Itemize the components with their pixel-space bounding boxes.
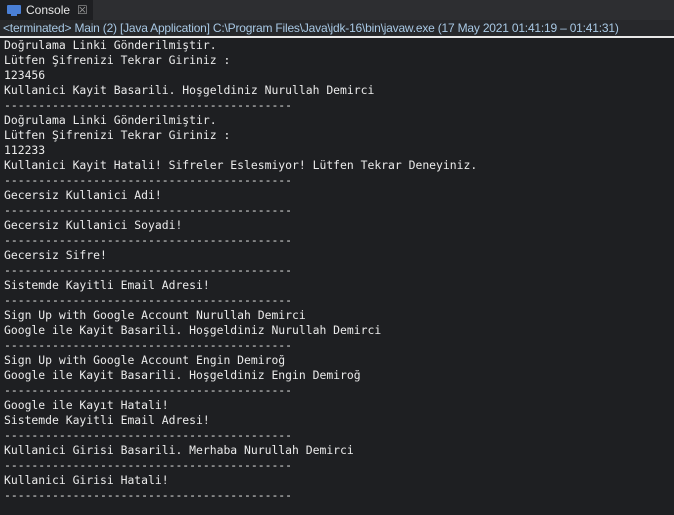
console-line: ----------------------------------------… [4,383,293,397]
console-line: ----------------------------------------… [4,428,293,442]
console-line: ----------------------------------------… [4,293,293,307]
console-output[interactable]: Doğrulama Linki Gönderilmiştir. Lütfen Şi… [4,38,477,503]
console-line: ----------------------------------------… [4,98,293,112]
console-line: Kullanici Girisi Hatali! [4,473,169,487]
console-line: Kullanici Girisi Basarili. Merhaba Nurul… [4,443,354,457]
console-line: 112233 [4,143,46,157]
console-line: ----------------------------------------… [4,488,293,502]
console-line: ----------------------------------------… [4,173,293,187]
view-tab-bar: Console ☒ [0,0,674,20]
console-line: Doğrulama Linki Gönderilmiştir. [4,113,217,127]
console-line: Gecersiz Kullanici Adi! [4,188,162,202]
console-line: Google ile Kayit Basarili. Hoşgeldiniz N… [4,323,382,337]
console-line: Sign Up with Google Account Nurullah Dem… [4,308,306,322]
console-line: Doğrulama Linki Gönderilmiştir. [4,38,217,52]
console-line: Lütfen Şifrenizi Tekrar Giriniz : [4,128,231,142]
console-line: Sistemde Kayitli Email Adresi! [4,413,210,427]
console-line: Google ile Kayıt Hatali! [4,398,169,412]
console-line: Kullanici Kayit Hatali! Sifreler Eslesmi… [4,158,478,172]
process-status: <terminated> Main (2) [Java Application]… [0,20,674,36]
console-line: Gecersiz Sifre! [4,248,107,262]
console-line: ----------------------------------------… [4,458,293,472]
console-line: Gecersiz Kullanici Soyadi! [4,218,183,232]
console-line: 123456 [4,68,46,82]
console-line: Lütfen Şifrenizi Tekrar Giriniz : [4,53,231,67]
tab-label: Console [26,3,71,17]
close-icon[interactable]: ☒ [77,3,88,17]
tab-console[interactable]: Console ☒ [0,0,93,20]
console-line: Google ile Kayit Basarili. Hoşgeldiniz E… [4,368,361,382]
console-line: ----------------------------------------… [4,233,293,247]
console-line: ----------------------------------------… [4,338,293,352]
console-line: Sistemde Kayitli Email Adresi! [4,278,210,292]
console-line: ----------------------------------------… [4,263,293,277]
console-line: Kullanici Kayit Basarili. Hoşgeldiniz Nu… [4,83,375,97]
console-line: ----------------------------------------… [4,203,293,217]
console-line: Sign Up with Google Account Engin Demiro… [4,353,286,367]
console-icon [7,4,21,16]
